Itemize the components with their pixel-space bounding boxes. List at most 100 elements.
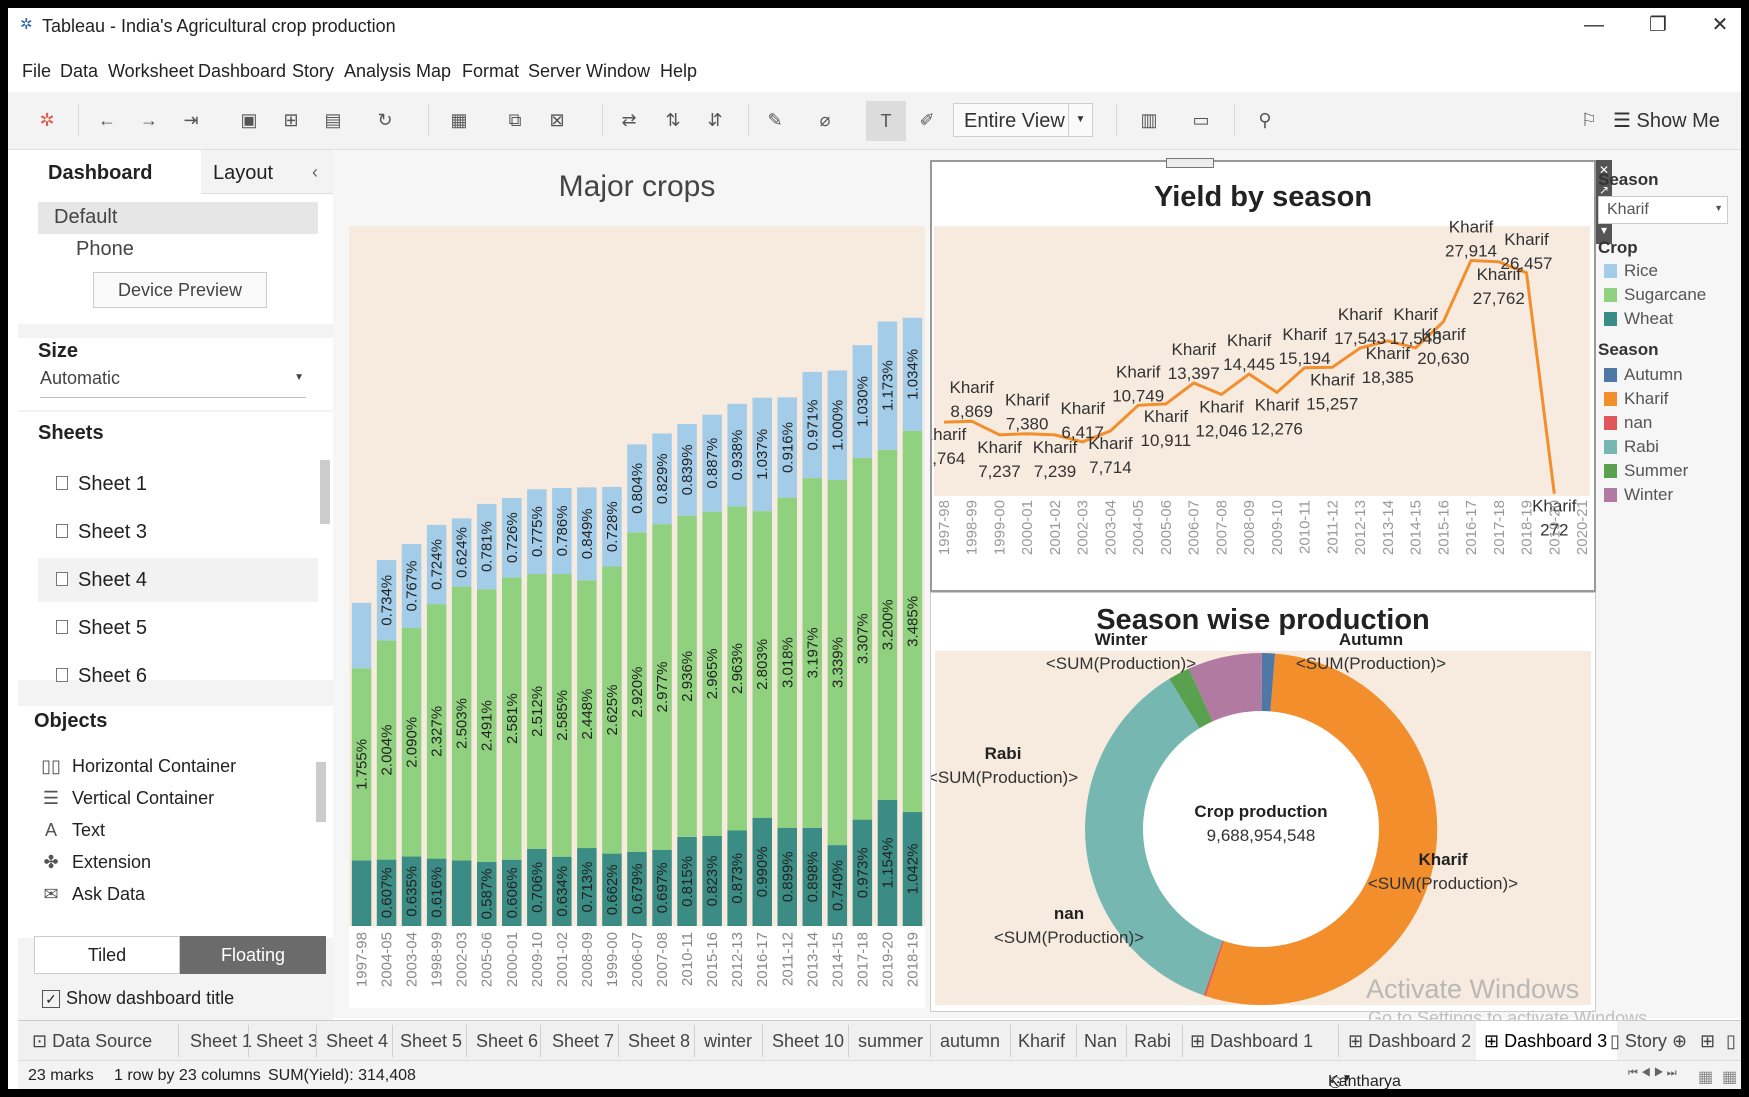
object-extension[interactable]: ✤ Extension: [40, 848, 151, 876]
bar-data-label: 0.624%: [454, 527, 471, 578]
legend-item-summer[interactable]: Summer: [1602, 460, 1688, 482]
device-default[interactable]: Default: [38, 202, 318, 234]
fit-view-dropdown[interactable]: Entire View ▼: [953, 103, 1093, 137]
show-title-checkbox[interactable]: ✓ Show dashboard title: [42, 988, 234, 1009]
highlight-icon[interactable]: ✎: [764, 109, 786, 131]
show-cards-icon[interactable]: ▥: [1138, 109, 1160, 131]
tab-dashboard[interactable]: Dashboard: [18, 150, 201, 194]
sheet-item-sheet3[interactable]: Sheet 3: [38, 510, 318, 554]
tab-autumn[interactable]: autumn: [940, 1031, 1000, 1052]
pause-updates-icon[interactable]: ▤: [322, 109, 344, 131]
tab-nan[interactable]: Nan: [1084, 1031, 1117, 1052]
tiled-button[interactable]: Tiled: [34, 936, 180, 974]
move-handle-icon[interactable]: [1166, 158, 1214, 168]
menu-analysis[interactable]: Analysis: [344, 61, 411, 82]
share-icon[interactable]: ⚲: [1254, 109, 1276, 131]
tab-dashboard2[interactable]: ⊞ Dashboard 2: [1348, 1031, 1471, 1052]
tab-data-source[interactable]: ⊡ Data Source: [32, 1031, 152, 1052]
sheet-item-sheet1[interactable]: Sheet 1: [38, 462, 318, 506]
format-painter-icon[interactable]: ⚐: [1578, 109, 1600, 131]
ask-data-icon: ✉: [43, 884, 59, 904]
device-preview-button[interactable]: Device Preview: [93, 272, 267, 308]
size-dropdown[interactable]: Automatic ▼: [40, 368, 306, 398]
redo-icon[interactable]: →: [138, 109, 160, 131]
tab-sheet7[interactable]: Sheet 7: [552, 1031, 614, 1052]
bar-data-label: 2.977%: [654, 662, 671, 713]
tab-kharif[interactable]: Kharif: [1018, 1031, 1065, 1052]
legend-item-kharif[interactable]: Kharif: [1602, 388, 1668, 410]
new-worksheet-tab-icon[interactable]: ⊕: [1672, 1031, 1687, 1052]
menu-format[interactable]: Format: [462, 61, 519, 82]
filmstrip-view-icon[interactable]: ▦: [1722, 1067, 1737, 1087]
legend-item-rabi[interactable]: Rabi: [1602, 436, 1659, 458]
menu-map[interactable]: Map: [416, 61, 451, 82]
object-horizontal-container[interactable]: ▯▯ Horizontal Container: [40, 752, 236, 780]
show-mark-labels-icon[interactable]: T: [866, 101, 906, 141]
legend-item-rice[interactable]: Rice: [1602, 260, 1658, 282]
duplicate-sheet-icon[interactable]: ⧉: [504, 109, 526, 131]
menu-window[interactable]: Window: [586, 61, 650, 82]
menu-worksheet[interactable]: Worksheet: [108, 61, 194, 82]
sheet-item-sheet6[interactable]: Sheet 6: [38, 654, 318, 698]
tab-sheet1[interactable]: Sheet 1: [190, 1031, 252, 1052]
new-worksheet-icon[interactable]: ▦: [448, 109, 470, 131]
swap-rows-columns-icon[interactable]: ⇄: [618, 109, 640, 131]
tab-sheet3[interactable]: Sheet 3: [256, 1031, 318, 1052]
tab-sheet8[interactable]: Sheet 8: [628, 1031, 690, 1052]
new-datasource-icon[interactable]: ⊞: [280, 109, 302, 131]
presentation-mode-icon[interactable]: ▭: [1190, 109, 1212, 131]
season-filter-dropdown[interactable]: Kharif ▼: [1598, 196, 1728, 224]
sort-ascending-icon[interactable]: ⇅: [662, 109, 684, 131]
menu-data[interactable]: Data: [60, 61, 98, 82]
legend-item-nan[interactable]: nan: [1602, 412, 1652, 434]
tab-dashboard3[interactable]: ⊞ Dashboard 3: [1476, 1021, 1618, 1061]
legend-item-autumn[interactable]: Autumn: [1602, 364, 1683, 386]
tab-rabi[interactable]: Rabi: [1134, 1031, 1171, 1052]
refresh-icon[interactable]: ↻: [374, 109, 396, 131]
grid-view-icon[interactable]: ▦: [1698, 1067, 1713, 1087]
object-vertical-container[interactable]: ☰ Vertical Container: [40, 784, 214, 812]
tab-sheet10[interactable]: Sheet 10: [772, 1031, 844, 1052]
tab-dashboard1[interactable]: ⊞ Dashboard 1: [1190, 1031, 1313, 1052]
legend-label: Winter: [1624, 485, 1674, 504]
sheet-item-sheet4[interactable]: Sheet 4: [38, 558, 318, 602]
legend-item-winter[interactable]: Winter: [1602, 484, 1673, 506]
new-story-tab-icon[interactable]: ▯: [1726, 1031, 1736, 1052]
menu-file[interactable]: File: [22, 61, 51, 82]
tab-sheet5[interactable]: Sheet 5: [400, 1031, 462, 1052]
legend-item-sugarcane[interactable]: Sugarcane: [1602, 284, 1706, 306]
menu-story[interactable]: Story: [292, 61, 334, 82]
menu-dashboard[interactable]: Dashboard: [198, 61, 286, 82]
close-button[interactable]: ✕: [1700, 12, 1740, 38]
floating-button[interactable]: Floating: [180, 936, 326, 974]
group-members-icon[interactable]: ⌀: [814, 109, 836, 131]
show-me-button[interactable]: ☰ Show Me: [1613, 108, 1720, 133]
replay-icon[interactable]: ⇥: [180, 109, 202, 131]
tab-winter[interactable]: winter: [704, 1031, 752, 1052]
legend-item-wheat[interactable]: Wheat: [1602, 308, 1673, 330]
tab-sheet6[interactable]: Sheet 6: [476, 1031, 538, 1052]
restore-button[interactable]: ❐: [1638, 12, 1678, 38]
new-dashboard-tab-icon[interactable]: ⊞: [1700, 1031, 1715, 1052]
menu-server[interactable]: Server: [528, 61, 581, 82]
tab-story[interactable]: ▯ Story: [1610, 1031, 1667, 1052]
tab-summer[interactable]: summer: [858, 1031, 923, 1052]
save-icon[interactable]: ▣: [238, 109, 260, 131]
collapse-pane-icon[interactable]: ‹: [312, 162, 318, 183]
device-phone[interactable]: Phone: [38, 234, 318, 266]
sheet-navigation-icon[interactable]: ⏮ ◀ ▶ ⏭: [1628, 1067, 1677, 1080]
tableau-home-icon[interactable]: ✲: [36, 109, 58, 131]
minimize-button[interactable]: —: [1574, 12, 1614, 38]
sort-descending-icon[interactable]: ⇵: [704, 109, 726, 131]
clear-sheet-icon[interactable]: ⊠: [546, 109, 568, 131]
fix-axes-icon[interactable]: ✐: [916, 109, 938, 131]
menu-help[interactable]: Help: [660, 61, 697, 82]
undo-icon[interactable]: ←: [96, 109, 118, 131]
sheets-scrollbar[interactable]: [320, 460, 330, 524]
sheet-item-sheet5[interactable]: Sheet 5: [38, 606, 318, 650]
tab-sheet4[interactable]: Sheet 4: [326, 1031, 388, 1052]
object-text[interactable]: A Text: [40, 816, 105, 844]
x-tick-label: 2008-09: [579, 932, 596, 987]
objects-scrollbar[interactable]: [316, 762, 326, 822]
object-ask-data[interactable]: ✉ Ask Data: [40, 880, 145, 908]
